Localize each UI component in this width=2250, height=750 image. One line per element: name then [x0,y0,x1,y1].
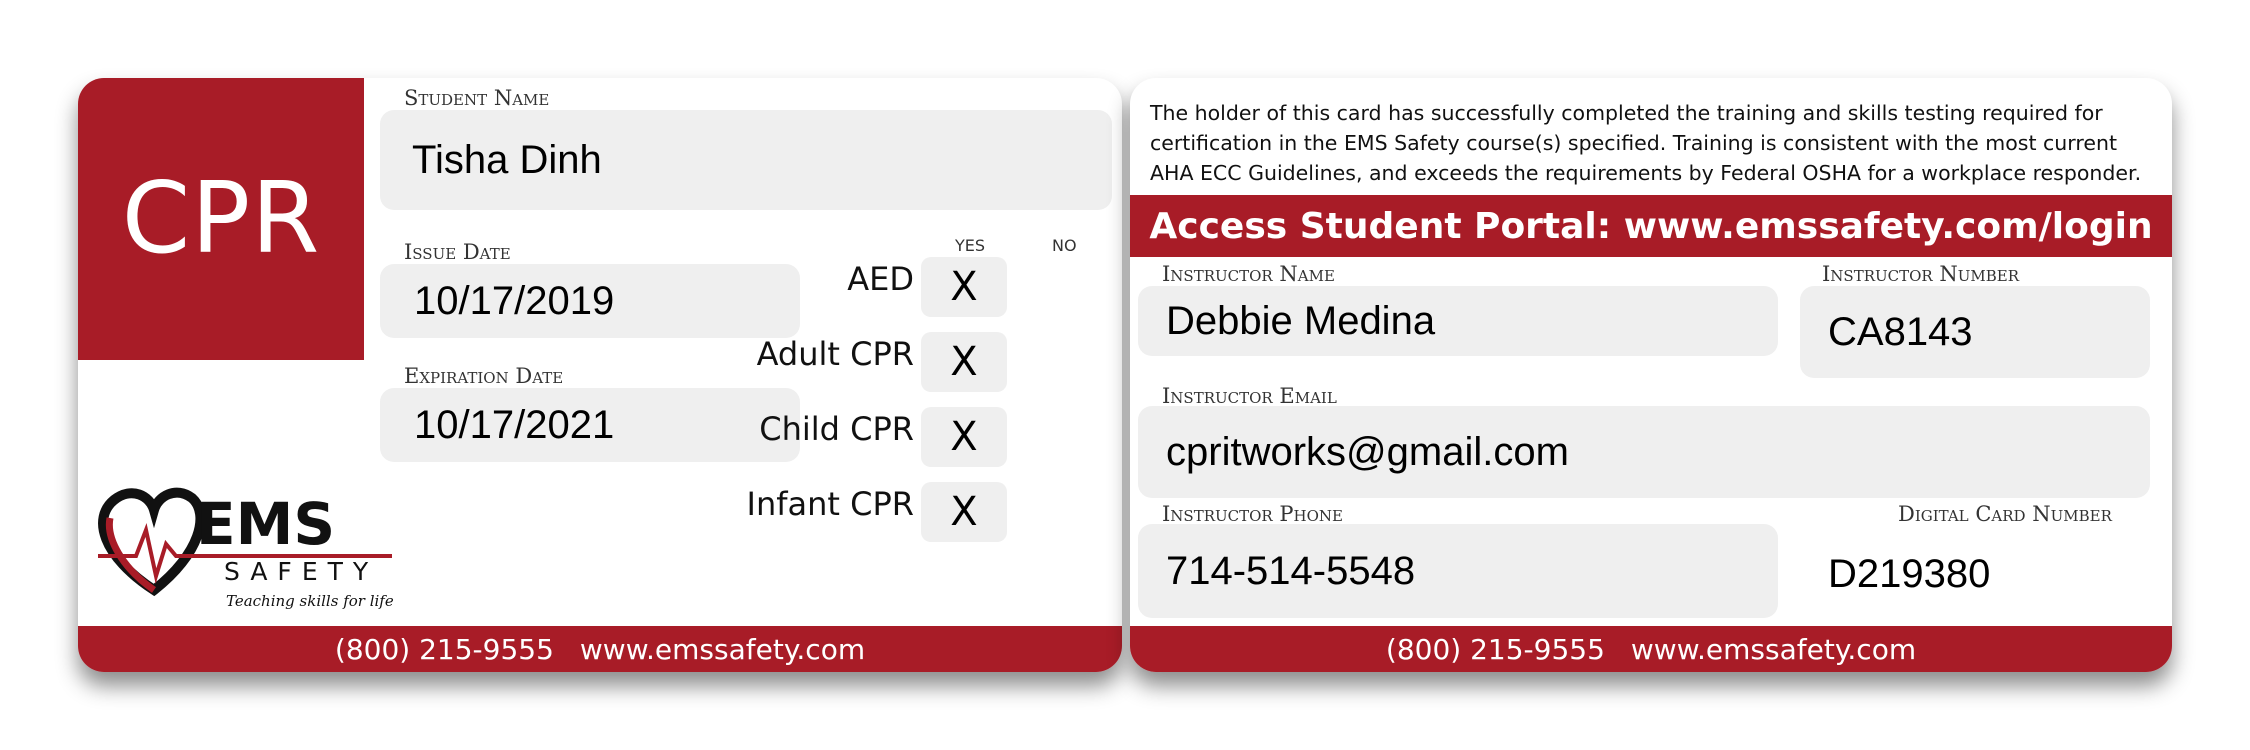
digital-card-number-label: Digital Card Number [1898,502,2112,526]
course-code: CPR [121,162,321,276]
logo-wordmark: EMS [196,490,335,558]
instructor-number-label: Instructor Number [1822,262,2020,286]
student-portal-banner: Access Student Portal: www.emssafety.com… [1130,195,2172,257]
course-check-aed: X [921,257,1007,317]
footer-website: www.emssafety.com [579,632,866,666]
heart-pulse-icon: EMS SAFETY Teaching skills for life [98,487,394,610]
portal-text: Access Student Portal: www.emssafety.com… [1149,205,2153,247]
course-check-child-cpr: X [921,407,1007,467]
student-name-field: Tisha Dinh [380,110,1112,210]
front-footer: (800) 215-9555 www.emssafety.com [78,626,1122,672]
yes-column-header: YES [955,236,986,255]
footer-website: www.emssafety.com [1630,632,1917,666]
instructor-phone-field: 714-514-5548 [1138,524,1778,618]
instructor-phone-label: Instructor Phone [1162,502,1343,526]
instructor-number-field: CA8143 [1800,286,2150,378]
course-label-child-cpr: Child CPR [759,410,914,448]
instructor-name-label: Instructor Name [1162,262,1335,286]
issue-date-label: Issue Date [404,240,511,264]
card-back: The holder of this card has successfully… [1130,78,2172,672]
instructor-email-label: Instructor Email [1162,384,1337,408]
digital-card-number-field: D219380 [1828,551,1991,596]
course-label-infant-cpr: Infant CPR [746,485,914,523]
course-code-badge: CPR [78,78,364,360]
back-footer: (800) 215-9555 www.emssafety.com [1130,626,2172,672]
logo-tagline: Teaching skills for life [226,592,394,610]
student-name-label: Student Name [404,86,550,110]
logo-subtext: SAFETY [224,557,378,586]
no-column-header: NO [1052,236,1077,255]
expiration-date-label: Expiration Date [404,364,564,388]
instructor-email-field: cpritworks@gmail.com [1138,406,2150,498]
ems-safety-logo: EMS SAFETY Teaching skills for life [92,478,422,618]
footer-phone: (800) 215-9555 [334,632,554,666]
course-label-adult-cpr: Adult CPR [756,335,914,373]
footer-phone: (800) 215-9555 [1385,632,1605,666]
course-check-infant-cpr: X [921,482,1007,542]
course-check-adult-cpr: X [921,332,1007,392]
course-label-aed: AED [847,260,914,298]
certification-statement: The holder of this card has successfully… [1150,101,2142,185]
card-front: Teaching skills for life CPR Student Nam… [78,78,1122,672]
instructor-name-field: Debbie Medina [1138,286,1778,356]
